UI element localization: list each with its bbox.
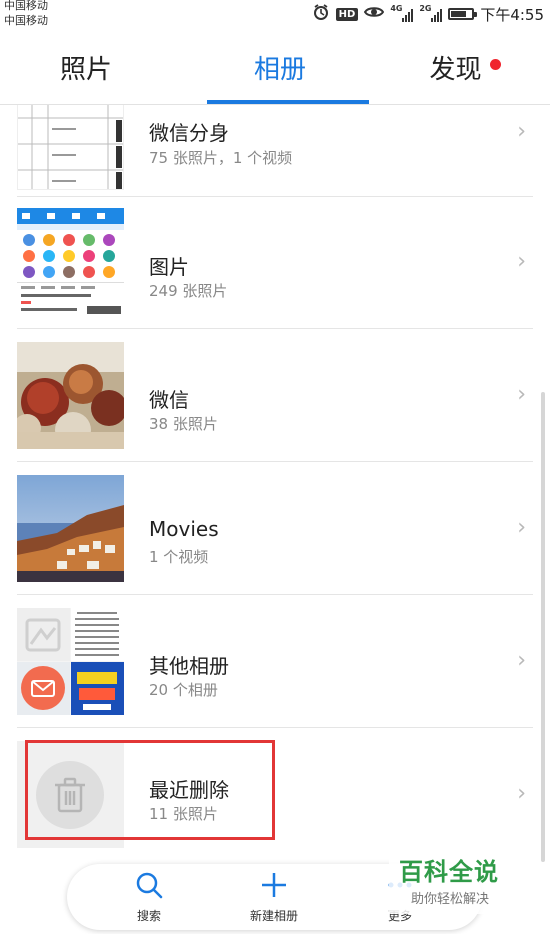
album-count: 249 张照片 bbox=[149, 282, 228, 300]
notification-dot bbox=[489, 58, 501, 70]
alarm-icon bbox=[312, 3, 330, 25]
chevron-right-icon: › bbox=[517, 382, 526, 407]
tab-albums[interactable]: 相册 bbox=[190, 30, 370, 104]
album-thumbnail-app-screenshot bbox=[17, 208, 124, 315]
new-album-label: 新建相册 bbox=[249, 909, 298, 923]
eye-comfort-icon bbox=[364, 5, 385, 23]
signal-2g-icon: 2G bbox=[419, 4, 443, 22]
search-label: 搜索 bbox=[136, 909, 161, 923]
album-title: 图片 bbox=[149, 255, 189, 279]
album-title: Movies bbox=[149, 517, 219, 541]
carrier-label-1: 中国移动 bbox=[4, 0, 48, 12]
album-row-weixin-clone[interactable]: 微信分身 75 张照片，1 个视频 › bbox=[0, 105, 550, 197]
album-count: 1 个视频 bbox=[149, 548, 209, 566]
list-scrollbar[interactable] bbox=[541, 392, 545, 862]
new-album-button[interactable]: 新建相册 bbox=[219, 864, 329, 930]
album-thumbnail-santorini bbox=[17, 475, 124, 582]
album-row-other-albums[interactable]: 其他相册 20 个相册 › bbox=[0, 595, 550, 728]
tab-photos-label: 照片 bbox=[59, 54, 112, 85]
watermark-logo: 百科全说 助你轻松解决 bbox=[389, 844, 524, 914]
album-thumbnail-screenshot-list bbox=[17, 105, 124, 190]
album-row-pictures[interactable]: 图片 249 张照片 › bbox=[0, 196, 550, 329]
search-icon bbox=[134, 870, 164, 900]
hd-voice-icon: HD bbox=[335, 7, 359, 21]
album-row-movies[interactable]: Movies 1 个视频 › bbox=[0, 462, 550, 595]
watermark-subtitle: 助你轻松解决 bbox=[411, 892, 490, 907]
battery-icon bbox=[448, 8, 478, 20]
chevron-right-icon: › bbox=[517, 648, 526, 673]
album-title: 其他相册 bbox=[149, 654, 229, 678]
album-count: 38 张照片 bbox=[149, 415, 218, 433]
album-title: 微信 bbox=[149, 388, 189, 412]
chevron-right-icon: › bbox=[517, 119, 526, 144]
tab-photos[interactable]: 照片 bbox=[0, 30, 172, 104]
signal-4g-icon: 4G bbox=[390, 4, 414, 22]
chevron-right-icon: › bbox=[517, 515, 526, 540]
tab-discover[interactable]: 发现 bbox=[380, 30, 550, 104]
watermark-title: 百科全说 bbox=[399, 858, 499, 886]
carrier-label-2: 中国移动 bbox=[4, 14, 48, 27]
status-bar: 中国移动 中国移动 HD 4G 2G 下午4:55 bbox=[0, 0, 550, 30]
highlight-box bbox=[25, 740, 275, 840]
album-count: 20 个相册 bbox=[149, 681, 218, 699]
plus-icon bbox=[259, 870, 289, 900]
chevron-right-icon: › bbox=[517, 781, 526, 806]
top-tab-bar: 照片 相册 发现 bbox=[0, 30, 550, 104]
album-row-weixin[interactable]: 微信 38 张照片 › bbox=[0, 329, 550, 462]
album-thumbnail-collage bbox=[17, 608, 124, 715]
search-button[interactable]: 搜索 bbox=[94, 864, 204, 930]
album-title: 微信分身 bbox=[149, 121, 229, 145]
clock-time: 下午4:55 bbox=[480, 5, 544, 24]
chevron-right-icon: › bbox=[517, 249, 526, 274]
album-thumbnail-apples bbox=[17, 342, 124, 449]
tab-discover-label: 发现 bbox=[429, 54, 482, 85]
tab-albums-label: 相册 bbox=[253, 54, 306, 85]
album-count: 75 张照片，1 个视频 bbox=[149, 149, 293, 167]
